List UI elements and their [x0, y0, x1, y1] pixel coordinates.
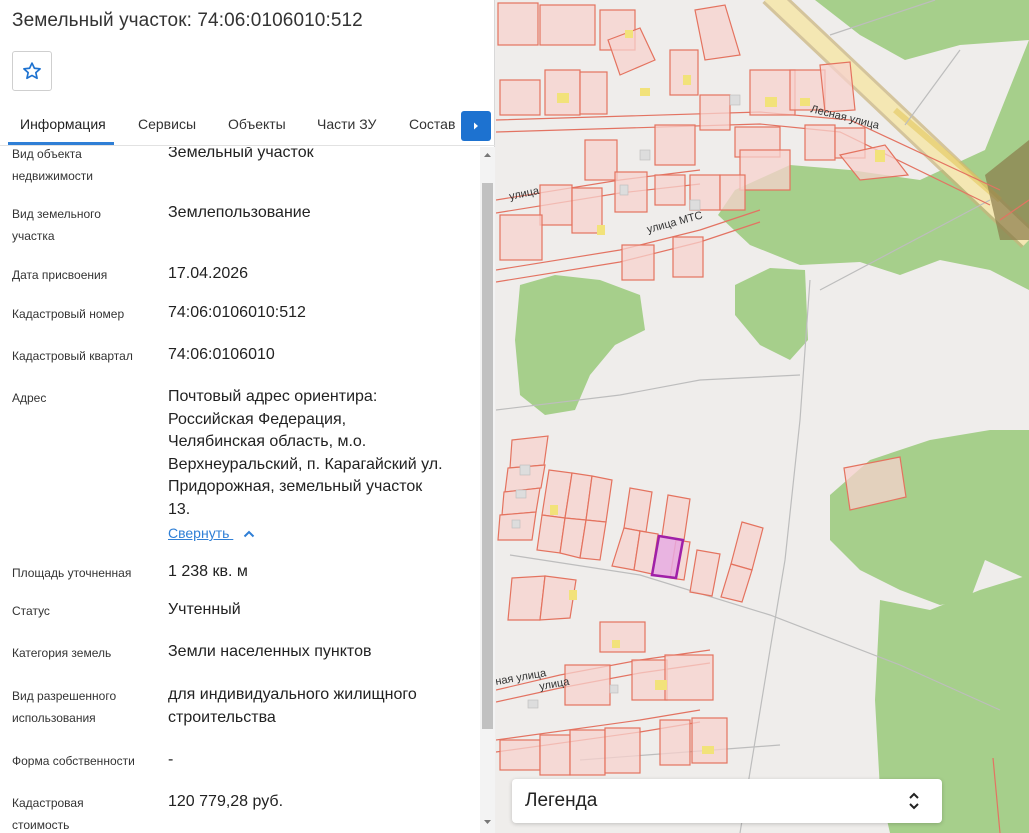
info-label: Площадь уточненная: [12, 566, 132, 580]
collapse-label: Свернуть: [168, 525, 230, 541]
tab-info[interactable]: Информация: [20, 116, 106, 132]
info-value: Земельный участок: [168, 147, 314, 161]
info-label: Вид разрешенного: [12, 689, 117, 703]
active-tab-indicator: [8, 142, 114, 145]
info-label: недвижимости: [12, 169, 93, 183]
address-value: Почтовый адрес ориентира: Российская Фед…: [168, 386, 468, 521]
info-label: Кадастровый номер: [12, 307, 125, 321]
info-label: Кадастровый квартал: [12, 349, 133, 363]
tab-services[interactable]: Сервисы: [138, 116, 196, 132]
info-list: Вид объекта недвижимости Земельный участ…: [0, 147, 480, 833]
scroll-up-arrow-icon[interactable]: [482, 150, 493, 160]
tab-composition[interactable]: Состав: [409, 116, 455, 132]
info-value: 17.04.2026: [168, 265, 249, 282]
info-label: использования: [12, 711, 96, 725]
info-value: -: [168, 751, 174, 768]
tab-parts[interactable]: Части ЗУ: [317, 116, 376, 132]
info-label: Форма собственности: [12, 754, 135, 768]
legend-label: Легенда: [525, 790, 598, 811]
star-icon: [23, 62, 41, 80]
info-value: 74:06:0106010: [168, 346, 275, 363]
map-canvas[interactable]: Лесная улица улица МТС улица улица ная у…: [496, 0, 1029, 833]
info-value: 74:06:0106010:512: [168, 304, 306, 321]
scroll-down-arrow-icon[interactable]: [482, 817, 493, 827]
address-line: Придорожная, земельный участок: [168, 478, 423, 495]
info-value: Учтенный: [168, 601, 241, 618]
tabs-scroll-right-button[interactable]: [461, 111, 491, 141]
page-title: Земельный участок: 74:06:0106010:512: [12, 10, 363, 31]
info-value: строительства: [168, 708, 276, 726]
info-label: Вид объекта: [12, 147, 82, 161]
info-value: для индивидуального жилищного: [168, 686, 417, 703]
cadastral-map[interactable]: Лесная улица улица МТС улица улица ная у…: [496, 0, 1029, 833]
favorite-button[interactable]: [12, 51, 52, 91]
info-label: Адрес: [12, 391, 47, 405]
address-line: Верхнеуральский, п. Карагайский ул.: [168, 455, 443, 473]
info-value: 120 779,28 руб.: [168, 793, 284, 810]
info-label: Категория земель: [12, 646, 112, 660]
tab-objects[interactable]: Объекты: [228, 116, 286, 132]
info-label: стоимость: [12, 818, 70, 832]
address-line: 13.: [168, 500, 191, 518]
tab-bar: Информация Сервисы Объекты Части ЗУ Сост…: [0, 104, 495, 146]
info-label: участка: [12, 229, 55, 243]
info-value: Земли населенных пунктов: [168, 643, 372, 660]
info-label: Вид земельного: [12, 207, 101, 221]
info-label: Кадастровая: [12, 796, 84, 810]
chevron-right-icon: [474, 122, 478, 130]
collapse-address-link[interactable]: Свернуть: [168, 525, 255, 541]
scrollbar-thumb[interactable]: [482, 183, 493, 729]
info-label: Статус: [12, 604, 50, 618]
address-line: Почтовый адрес ориентира:: [168, 388, 378, 405]
chevron-up-icon: [244, 530, 255, 538]
expand-icon: [909, 792, 919, 810]
info-value: 1 238 кв. м: [168, 563, 248, 580]
legend-toggle[interactable]: Легенда: [512, 779, 942, 823]
info-value: Землепользование: [168, 204, 311, 221]
info-label: Дата присвоения: [12, 268, 108, 282]
selected-parcel[interactable]: [650, 534, 685, 580]
address-line: Российская Федерация,: [168, 410, 347, 428]
info-panel: Земельный участок: 74:06:0106010:512 Инф…: [0, 0, 495, 833]
address-line: Челябинская область, м.о.: [168, 433, 367, 450]
